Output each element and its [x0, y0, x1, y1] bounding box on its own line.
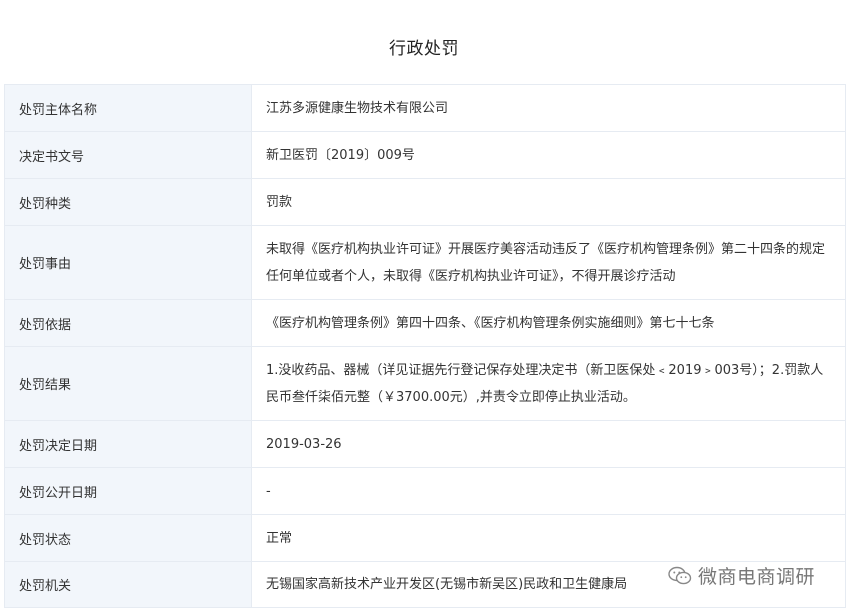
- table-row-penalty-reason: 处罚事由 未取得《医疗机构执业许可证》开展医疗美容活动违反了《医疗机构管理条例》…: [4, 225, 846, 300]
- row-value: 江苏多源健康生物技术有限公司: [251, 84, 846, 132]
- wechat-icon: [668, 566, 692, 584]
- row-value: 正常: [251, 514, 846, 562]
- row-label: 处罚事由: [4, 225, 252, 300]
- row-value: 新卫医罚〔2019〕009号: [251, 131, 846, 179]
- table-row-subject: 处罚主体名称 江苏多源健康生物技术有限公司: [4, 84, 846, 132]
- row-label: 处罚依据: [4, 299, 252, 347]
- table-row-penalty-result: 处罚结果 1.没收药品、器械（详见证据先行登记保存处理决定书（新卫医保处﹤201…: [4, 346, 846, 421]
- row-label: 处罚状态: [4, 514, 252, 562]
- row-value: -: [251, 467, 846, 515]
- table-row-penalty-type: 处罚种类 罚款: [4, 178, 846, 226]
- row-value: 2019-03-26: [251, 420, 846, 468]
- row-label: 处罚决定日期: [4, 420, 252, 468]
- row-value: 《医疗机构管理条例》第四十四条、《医疗机构管理条例实施细则》第七十七条: [251, 299, 846, 347]
- penalty-table: 处罚主体名称 江苏多源健康生物技术有限公司 决定书文号 新卫医罚〔2019〕00…: [4, 84, 846, 608]
- table-row-decision-date: 处罚决定日期 2019-03-26: [4, 420, 846, 468]
- table-row-publish-date: 处罚公开日期 -: [4, 467, 846, 515]
- row-label: 处罚种类: [4, 178, 252, 226]
- page-title: 行政处罚: [389, 39, 459, 59]
- row-label: 处罚公开日期: [4, 467, 252, 515]
- table-row-penalty-basis: 处罚依据 《医疗机构管理条例》第四十四条、《医疗机构管理条例实施细则》第七十七条: [4, 299, 846, 347]
- row-value: 罚款: [251, 178, 846, 226]
- watermark-text: 微商电商调研: [698, 566, 816, 588]
- row-label: 处罚主体名称: [4, 84, 252, 132]
- row-label: 处罚结果: [4, 346, 252, 421]
- row-value: 1.没收药品、器械（详见证据先行登记保存处理决定书（新卫医保处﹤2019﹥003…: [251, 346, 846, 421]
- table-row-status: 处罚状态 正常: [4, 514, 846, 562]
- table-row-decision-number: 决定书文号 新卫医罚〔2019〕009号: [4, 131, 846, 179]
- row-label: 决定书文号: [4, 131, 252, 179]
- row-value: 未取得《医疗机构执业许可证》开展医疗美容活动违反了《医疗机构管理条例》第二十四条…: [251, 225, 846, 300]
- penalty-table-container: 处罚主体名称 江苏多源健康生物技术有限公司 决定书文号 新卫医罚〔2019〕00…: [4, 84, 846, 608]
- row-label: 处罚机关: [4, 561, 252, 608]
- watermark: 微商电商调研: [668, 562, 815, 589]
